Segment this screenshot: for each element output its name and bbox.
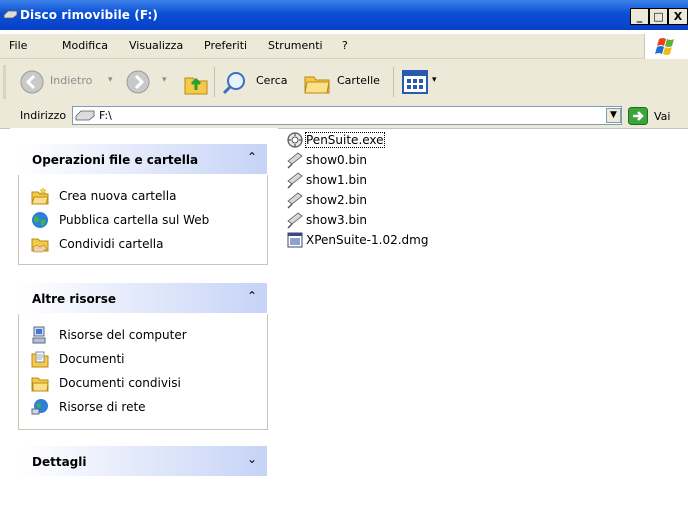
up-folder-icon[interactable] bbox=[183, 70, 209, 96]
menu-preferiti[interactable]: Preferiti bbox=[204, 39, 247, 52]
details-panel: Dettagli ⌄ bbox=[18, 445, 268, 477]
forward-button[interactable]: ▾ bbox=[122, 67, 174, 97]
task-share-folder[interactable]: Condividi cartella bbox=[19, 233, 267, 257]
place-label: Risorse del computer bbox=[59, 328, 187, 342]
file-name: PenSuite.exe bbox=[305, 132, 385, 148]
panel-title: Dettagli bbox=[32, 455, 87, 469]
place-label: Documenti condivisi bbox=[59, 376, 181, 390]
folders-icon bbox=[304, 76, 330, 94]
go-button[interactable]: Vai bbox=[628, 106, 678, 126]
panel-header[interactable]: Operazioni file e cartella ⌃ bbox=[18, 143, 268, 175]
minimize-button[interactable]: _ bbox=[630, 8, 649, 25]
task-label: Pubblica cartella sul Web bbox=[59, 213, 210, 227]
place-my-computer[interactable]: Risorse del computer bbox=[19, 324, 267, 348]
menu-strumenti[interactable]: Strumenti bbox=[268, 39, 323, 52]
task-publish-web[interactable]: Pubblica cartella sul Web bbox=[19, 209, 267, 233]
web-publish-icon bbox=[32, 212, 48, 228]
address-bar: Indirizzo F:\ ▼ Vai bbox=[0, 104, 688, 129]
other-places-panel: Altre risorse ⌃ Risorse del computer Doc… bbox=[18, 282, 268, 430]
forward-dropdown-icon[interactable]: ▾ bbox=[162, 75, 167, 85]
dmg-file-icon bbox=[287, 232, 303, 248]
panel-title: Altre risorse bbox=[32, 292, 116, 306]
panel-header[interactable]: Dettagli ⌄ bbox=[18, 445, 268, 477]
place-documents[interactable]: Documenti bbox=[19, 348, 267, 372]
menu-help[interactable]: ? bbox=[342, 39, 348, 52]
address-value: F:\ bbox=[99, 109, 112, 122]
file-item[interactable]: show2.bin bbox=[286, 190, 486, 210]
exe-icon bbox=[287, 132, 303, 148]
go-arrow-icon bbox=[628, 107, 648, 125]
windows-flag-icon bbox=[655, 38, 674, 55]
search-label: Cerca bbox=[256, 74, 288, 87]
shared-documents-icon bbox=[31, 377, 49, 392]
forward-arrow-icon bbox=[126, 70, 150, 94]
my-computer-icon bbox=[32, 326, 46, 344]
windows-logo bbox=[644, 34, 688, 60]
back-dropdown-icon[interactable]: ▾ bbox=[108, 75, 113, 85]
folders-button[interactable]: Cartelle bbox=[301, 67, 389, 97]
panel-header[interactable]: Altre risorse ⌃ bbox=[18, 282, 268, 314]
file-item[interactable]: show1.bin bbox=[286, 170, 486, 190]
toolbar-grip bbox=[3, 65, 6, 99]
standard-toolbar: Indietro ▾ ▾ Cerca Cartelle ▾ bbox=[0, 59, 688, 105]
toolbar-separator bbox=[214, 67, 215, 97]
file-name: show3.bin bbox=[306, 213, 368, 227]
folders-label: Cartelle bbox=[337, 74, 380, 87]
place-label: Risorse di rete bbox=[59, 400, 146, 414]
file-name: show2.bin bbox=[306, 193, 368, 207]
menu-visualizza[interactable]: Visualizza bbox=[129, 39, 183, 52]
file-item[interactable]: XPenSuite-1.02.dmg bbox=[286, 230, 486, 250]
panel-title: Operazioni file e cartella bbox=[32, 153, 199, 167]
removable-drive-icon bbox=[3, 10, 18, 19]
window-title: Disco rimovibile (F:) bbox=[20, 8, 159, 22]
panel-body: Risorse del computer Documenti Documenti… bbox=[18, 314, 268, 430]
close-button[interactable]: X bbox=[668, 8, 688, 25]
file-item[interactable]: show3.bin bbox=[286, 210, 486, 230]
place-shared-documents[interactable]: Documenti condivisi bbox=[19, 372, 267, 396]
place-label: Documenti bbox=[59, 352, 125, 366]
file-name: XPenSuite-1.02.dmg bbox=[306, 233, 429, 247]
toolbar-separator bbox=[393, 67, 394, 97]
bin-file-icon bbox=[287, 172, 303, 189]
back-arrow-icon bbox=[20, 70, 44, 94]
network-icon bbox=[31, 399, 48, 415]
address-label: Indirizzo bbox=[20, 109, 67, 122]
expand-chevron-icon[interactable]: ⌄ bbox=[244, 452, 260, 468]
address-input[interactable]: F:\ bbox=[72, 106, 622, 125]
collapse-chevron-icon[interactable]: ⌃ bbox=[244, 289, 260, 305]
file-item[interactable]: PenSuite.exe bbox=[286, 130, 486, 150]
back-label: Indietro bbox=[50, 74, 93, 87]
menu-bar: File Modifica Visualizza Preferiti Strum… bbox=[0, 34, 688, 59]
new-folder-icon bbox=[31, 187, 49, 205]
file-name: show0.bin bbox=[306, 153, 368, 167]
bin-file-icon bbox=[287, 152, 303, 169]
bin-file-icon bbox=[287, 192, 303, 209]
title-bar[interactable]: Disco rimovibile (F:) _ □ X bbox=[0, 0, 688, 30]
file-folder-tasks-panel: Operazioni file e cartella ⌃ Crea nuova … bbox=[18, 143, 268, 265]
menu-modifica[interactable]: Modifica bbox=[62, 39, 108, 52]
back-button[interactable]: Indietro ▾ bbox=[16, 67, 120, 97]
panel-body: Crea nuova cartella Pubblica cartella su… bbox=[18, 175, 268, 265]
search-icon bbox=[222, 72, 245, 95]
views-button[interactable]: ▾ bbox=[400, 69, 444, 95]
search-button[interactable]: Cerca bbox=[220, 67, 296, 97]
views-dropdown-icon: ▾ bbox=[432, 75, 437, 85]
share-folder-icon bbox=[31, 238, 49, 253]
bin-file-icon bbox=[287, 212, 303, 229]
file-item[interactable]: show0.bin bbox=[286, 150, 486, 170]
drive-icon bbox=[75, 110, 95, 121]
task-new-folder[interactable]: Crea nuova cartella bbox=[19, 185, 267, 209]
place-network[interactable]: Risorse di rete bbox=[19, 396, 267, 420]
collapse-chevron-icon[interactable]: ⌃ bbox=[244, 150, 260, 166]
address-dropdown-button[interactable]: ▼ bbox=[606, 108, 621, 123]
task-label: Condividi cartella bbox=[59, 237, 164, 251]
go-label: Vai bbox=[654, 110, 671, 123]
views-icon bbox=[402, 70, 428, 94]
maximize-button[interactable]: □ bbox=[649, 8, 668, 25]
file-name: show1.bin bbox=[306, 173, 368, 187]
menu-file[interactable]: File bbox=[9, 39, 27, 52]
documents-icon bbox=[31, 351, 49, 368]
task-label: Crea nuova cartella bbox=[59, 189, 177, 203]
